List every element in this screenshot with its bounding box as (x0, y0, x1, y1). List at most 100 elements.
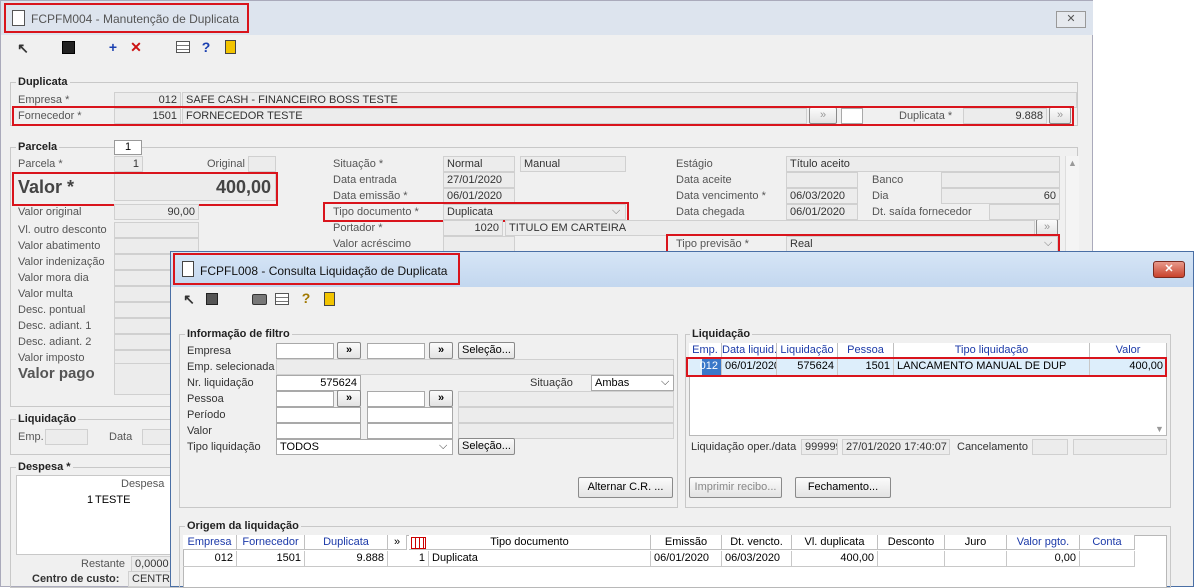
pessoa-from[interactable] (276, 391, 334, 407)
origem-col-header[interactable]: Juro (945, 535, 1007, 550)
liq-cell[interactable]: 575624 (777, 359, 838, 375)
periodo-from[interactable] (276, 407, 361, 423)
origem-cell[interactable]: Duplicata (429, 551, 651, 567)
valor-acrescimo-field (443, 236, 515, 252)
nr-liquidacao-field[interactable]: 575624 (276, 375, 361, 391)
parcela-tab[interactable]: 1 (114, 140, 142, 155)
parcela-label: Parcela * (18, 158, 63, 170)
liq-cell[interactable]: 1501 (838, 359, 894, 375)
portador-lookup-button[interactable]: » (1036, 219, 1058, 236)
liq-col-header[interactable]: Valor (1090, 343, 1167, 358)
fornecedor-extra-field[interactable] (841, 108, 863, 124)
origem-col-header[interactable]: Empresa (183, 535, 237, 550)
tipo-liquidacao-selecao-button[interactable]: Seleção... (458, 438, 515, 455)
print-icon[interactable] (252, 294, 267, 305)
main-liquidacao-title: Liquidação (16, 413, 79, 425)
filtro-empresa-to-arrow[interactable]: » (429, 342, 453, 359)
main-scrollbar[interactable]: ▲ (1065, 156, 1079, 256)
origem-col-header[interactable]: Tipo documento (409, 535, 651, 550)
centro-custo-label: Centro de custo: (32, 573, 120, 585)
valor-pago-field (114, 363, 174, 395)
liq-cell[interactable]: 06/01/2020 (722, 359, 777, 375)
calendar-icon[interactable] (411, 537, 426, 549)
data-chegada-label: Data chegada (676, 206, 745, 218)
liq-cell[interactable]: LANCAMENTO MANUAL DE DUP (894, 359, 1090, 375)
origem-cell[interactable] (878, 551, 945, 567)
origem-cell[interactable] (945, 551, 1007, 567)
dialog-close-button[interactable]: ✕ (1153, 261, 1185, 278)
filtro-section-title: Informação de filtro (185, 328, 292, 340)
grid-icon[interactable] (176, 41, 190, 53)
copy-icon[interactable] (206, 293, 218, 305)
delete-icon[interactable]: ✕ (127, 38, 145, 56)
duplicata-value: 9.888 (963, 108, 1047, 124)
duplicata-lookup-button[interactable]: » (1049, 107, 1071, 124)
dia-label: Dia (872, 190, 889, 202)
filtro-empresa-selecao-button[interactable]: Seleção... (458, 342, 515, 359)
liq-col-header[interactable]: Emp. (689, 343, 722, 358)
origem-cell[interactable]: 400,00 (792, 551, 878, 567)
valor-original-label: Valor original (18, 206, 82, 218)
liq-col-header[interactable]: Liquidação (777, 343, 838, 358)
valor-from[interactable] (276, 423, 361, 439)
save-icon[interactable] (62, 41, 75, 54)
data-aceite-label: Data aceite (676, 174, 732, 186)
liq-col-header[interactable]: Pessoa (838, 343, 894, 358)
dialog-title: FCPFL008 - Consulta Liquidação de Duplic… (200, 264, 448, 278)
exit-icon[interactable] (324, 292, 335, 306)
tipo-liquidacao-select[interactable]: TODOS (276, 439, 453, 455)
origem-col-header[interactable]: Dt. vencto. (722, 535, 792, 550)
liq-col-header[interactable]: Tipo liquidação (894, 343, 1090, 358)
origem-cell[interactable]: 9.888 (305, 551, 388, 567)
filtro-empresa-from[interactable] (276, 343, 334, 359)
liq-col-header[interactable]: Data liquid. (722, 343, 777, 358)
despesa-col-header: Despesa (121, 478, 165, 490)
pointer-icon[interactable]: ↖ (14, 39, 32, 57)
valor-to[interactable] (367, 423, 453, 439)
data-entrada-value: 27/01/2020 (443, 172, 515, 188)
help-icon[interactable]: ? (297, 289, 315, 307)
pessoa-to[interactable] (367, 391, 425, 407)
filtro-empresa-label: Empresa (187, 345, 232, 357)
liq-cell[interactable]: 400,00 (1090, 359, 1167, 375)
pessoa-to-arrow[interactable]: » (429, 390, 453, 407)
origem-cell[interactable]: 06/01/2020 (651, 551, 722, 567)
origem-cell[interactable]: 06/03/2020 (722, 551, 792, 567)
origem-cell[interactable]: 0,00 (1007, 551, 1080, 567)
fechamento-button[interactable]: Fechamento... (795, 477, 891, 498)
liquidacao-oper-date: 27/01/2020 17:40:07 (842, 439, 950, 455)
periodo-to[interactable] (367, 407, 453, 423)
cancelamento-field-1 (1032, 439, 1068, 455)
pointer-icon[interactable]: ↖ (180, 290, 198, 308)
imprimir-recibo-button[interactable]: Imprimir recibo... (689, 477, 782, 498)
origem-cell[interactable]: 1 (388, 551, 429, 567)
pessoa-from-arrow[interactable]: » (337, 390, 361, 407)
grid-icon[interactable] (275, 293, 289, 305)
help-icon[interactable]: ? (197, 38, 215, 56)
liq-grid-scroll-down[interactable]: ▼ (1155, 424, 1164, 434)
origem-cell[interactable]: 012 (183, 551, 237, 567)
parcela-value-field (114, 222, 199, 238)
main-close-button[interactable]: ✕ (1056, 11, 1086, 28)
tipo-previsao-select[interactable]: Real (786, 236, 1058, 252)
origem-col-header[interactable]: Duplicata (305, 535, 388, 550)
valor-value: 400,00 (114, 173, 276, 201)
liq-cell[interactable]: 012 (689, 359, 722, 375)
tipo-documento-select[interactable]: Duplicata (443, 204, 626, 220)
origem-col-header[interactable]: Desconto (878, 535, 945, 550)
origem-col-header[interactable]: Conta (1080, 535, 1135, 550)
origem-col-header[interactable]: Emissão (651, 535, 722, 550)
origem-col-header[interactable]: Fornecedor (237, 535, 305, 550)
filtro-empresa-to[interactable] (367, 343, 425, 359)
exit-icon[interactable] (225, 40, 236, 54)
add-icon[interactable]: + (104, 38, 122, 56)
filtro-empresa-from-arrow[interactable]: » (337, 342, 361, 359)
valor-original-value: 90,00 (114, 204, 199, 220)
origem-col-header[interactable]: » (388, 535, 407, 550)
origem-cell[interactable] (1080, 551, 1135, 567)
origem-cell[interactable]: 1501 (237, 551, 305, 567)
origem-col-header[interactable]: Vl. duplicata (792, 535, 878, 550)
fornecedor-lookup-button[interactable]: » (809, 107, 837, 124)
origem-col-header[interactable]: Valor pgto. (1007, 535, 1080, 550)
alternar-cr-button[interactable]: Alternar C.R. ... (578, 477, 673, 498)
